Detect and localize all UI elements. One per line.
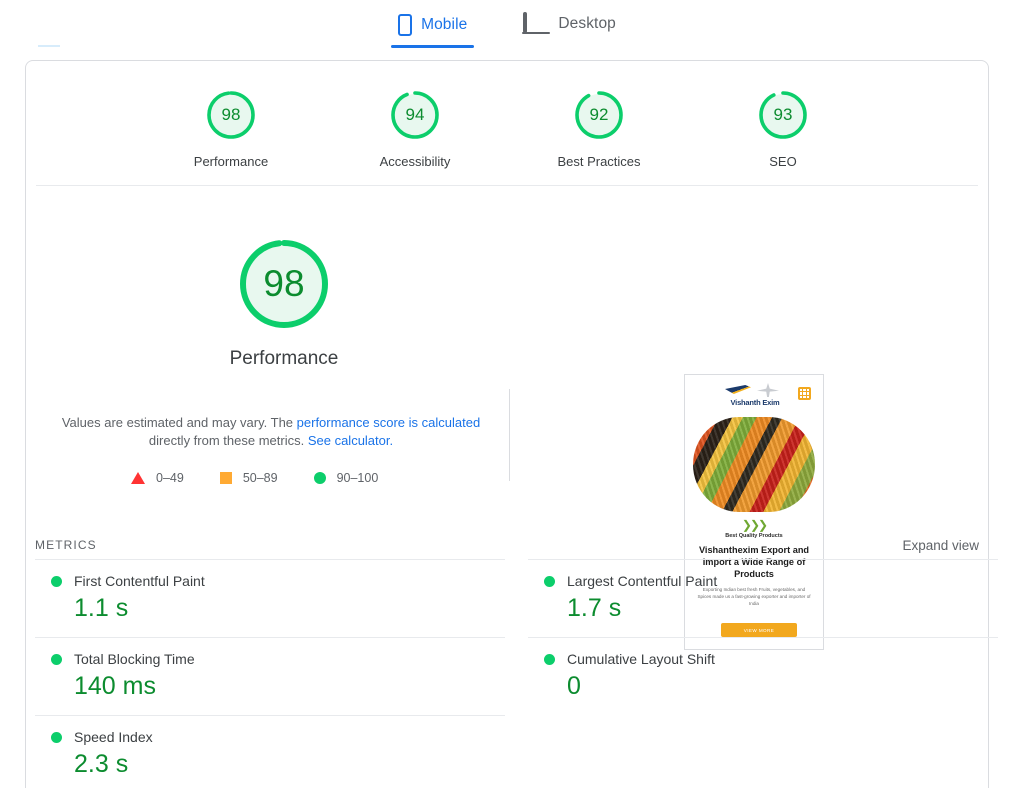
category-best-practices-score: 92 bbox=[589, 105, 609, 124]
tab-mobile-label: Mobile bbox=[421, 16, 468, 33]
category-score-row: 98 Performance 94 Accessibility 92 Best … bbox=[26, 89, 988, 169]
triangle-icon bbox=[131, 472, 145, 484]
legend-good-range: 90–100 bbox=[336, 471, 379, 485]
metric-total-blocking-time[interactable]: Total Blocking Time 140 ms bbox=[35, 637, 505, 715]
status-dot-icon bbox=[51, 653, 62, 665]
metric-first-contentful-paint[interactable]: First Contentful Paint 1.1 s bbox=[35, 559, 505, 637]
see-calculator-link[interactable]: See calculator. bbox=[308, 433, 393, 448]
metric-name: Total Blocking Time bbox=[74, 651, 195, 667]
brand-mark-icon bbox=[719, 383, 791, 397]
category-accessibility-score: 94 bbox=[405, 105, 425, 124]
metric-value: 1.1 s bbox=[74, 594, 129, 622]
category-seo-label: SEO bbox=[769, 154, 797, 169]
mobile-icon bbox=[398, 14, 413, 36]
report-card: 98 Performance 94 Accessibility 92 Best … bbox=[25, 60, 998, 788]
thumbnail-logo-text: Vishanth Exim bbox=[730, 398, 780, 407]
legend-average-range: 50–89 bbox=[242, 471, 278, 485]
metric-value: 140 ms bbox=[74, 672, 156, 700]
performance-score-value: 98 bbox=[263, 263, 305, 304]
metric-name: First Contentful Paint bbox=[74, 573, 205, 589]
metric-value: 0 bbox=[567, 672, 581, 700]
gauge-performance-large: 98 bbox=[236, 236, 332, 332]
legend-poor-range: 0–49 bbox=[156, 471, 184, 485]
performance-description: Values are estimated and may vary. The p… bbox=[41, 414, 501, 450]
performance-score-label: Performance bbox=[229, 348, 339, 369]
pagespeed-report: Mobile Desktop 98 Performance 94 Accessi… bbox=[0, 0, 1014, 788]
category-performance-score: 98 bbox=[221, 105, 241, 124]
category-performance-label: Performance bbox=[193, 154, 269, 169]
legend-item-good: 90–100 bbox=[313, 471, 379, 485]
circle-icon bbox=[313, 472, 326, 484]
tab-mobile[interactable]: Mobile bbox=[390, 8, 475, 48]
metric-value: 2.3 s bbox=[74, 750, 129, 778]
metrics-column-left: First Contentful Paint 1.1 s Total Block… bbox=[35, 559, 505, 788]
expand-view-button[interactable]: Expand view bbox=[902, 538, 979, 553]
desc-text-2: directly from these metrics. bbox=[148, 433, 308, 448]
legend-item-average: 50–89 bbox=[219, 471, 278, 485]
metric-value: 1.7 s bbox=[567, 594, 622, 622]
metrics-grid: First Contentful Paint 1.1 s Total Block… bbox=[26, 559, 998, 788]
thumbnail-hero-image bbox=[693, 417, 815, 512]
thumbnail-logo: Vishanth Exim bbox=[719, 383, 791, 407]
form-factor-tabs: Mobile Desktop bbox=[0, 0, 1014, 56]
status-dot-icon bbox=[544, 575, 555, 587]
gauge-performance-large-wrap: 98 Performance bbox=[209, 236, 359, 370]
category-performance[interactable]: 98 Performance bbox=[171, 89, 291, 169]
leaf-icon: ❯❯❯ bbox=[741, 518, 768, 532]
performance-hero: 98 Performance Values are estimated and … bbox=[26, 196, 988, 650]
metric-name: Cumulative Layout Shift bbox=[567, 651, 715, 667]
metric-speed-index[interactable]: Speed Index 2.3 s bbox=[35, 715, 505, 788]
category-accessibility[interactable]: 94 Accessibility bbox=[355, 89, 475, 169]
metric-name: Speed Index bbox=[74, 729, 153, 745]
tab-desktop-label: Desktop bbox=[558, 15, 616, 32]
hamburger-menu-icon bbox=[798, 387, 811, 400]
category-seo-score: 93 bbox=[773, 105, 793, 124]
status-dot-icon bbox=[544, 653, 555, 665]
thumbnail-header: Vishanth Exim bbox=[689, 379, 819, 417]
gauge-performance-small: 98 bbox=[205, 89, 257, 141]
legend-item-poor: 0–49 bbox=[131, 471, 184, 485]
gauge-seo-small: 93 bbox=[757, 89, 809, 141]
gauge-accessibility-small: 94 bbox=[389, 89, 441, 141]
category-best-practices-label: Best Practices bbox=[557, 154, 641, 169]
section-divider bbox=[36, 185, 978, 186]
category-accessibility-label: Accessibility bbox=[379, 154, 451, 169]
metrics-column-gap bbox=[516, 559, 517, 788]
metrics-header: METRICS Expand view bbox=[26, 531, 988, 559]
category-best-practices[interactable]: 92 Best Practices bbox=[539, 89, 659, 169]
metric-largest-contentful-paint[interactable]: Largest Contentful Paint 1.7 s bbox=[528, 559, 998, 637]
status-dot-icon bbox=[51, 731, 62, 743]
status-dot-icon bbox=[51, 575, 62, 587]
vertical-divider bbox=[509, 389, 510, 481]
square-icon bbox=[219, 472, 232, 484]
metrics-section: METRICS Expand view First Contentful Pai… bbox=[26, 531, 998, 788]
desktop-icon bbox=[522, 12, 551, 34]
metric-cumulative-layout-shift[interactable]: Cumulative Layout Shift 0 bbox=[528, 637, 998, 715]
score-legend: 0–49 50–89 90–100 bbox=[131, 471, 431, 485]
tab-desktop[interactable]: Desktop bbox=[515, 8, 624, 46]
desc-text-1: Values are estimated and may vary. The bbox=[61, 415, 297, 430]
metric-name: Largest Contentful Paint bbox=[567, 573, 718, 589]
metrics-column-right: Largest Contentful Paint 1.7 s Cumulativ… bbox=[528, 559, 998, 788]
performance-score-calculated-link[interactable]: performance score is calculated bbox=[297, 415, 481, 430]
gauge-best-practices-small: 92 bbox=[573, 89, 625, 141]
plane-icon bbox=[757, 383, 779, 397]
category-seo[interactable]: 93 SEO bbox=[723, 89, 843, 169]
metrics-section-title: METRICS bbox=[35, 538, 97, 552]
